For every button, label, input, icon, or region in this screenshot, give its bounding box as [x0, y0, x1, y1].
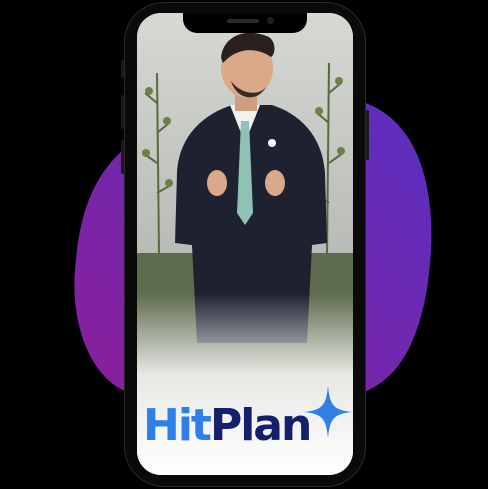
logo-plan-text: Plan	[209, 399, 312, 451]
sparkle-icon	[304, 386, 352, 438]
volume-down-button	[121, 140, 124, 174]
front-camera	[267, 17, 274, 24]
logo-hit-text: Hit	[143, 399, 212, 451]
phone-notch	[183, 13, 307, 33]
hitplan-logo: Hit Plan	[143, 392, 312, 458]
speaker-grille	[227, 19, 259, 23]
volume-up-button	[121, 95, 124, 129]
volume-button	[121, 60, 124, 78]
power-button	[366, 110, 369, 160]
